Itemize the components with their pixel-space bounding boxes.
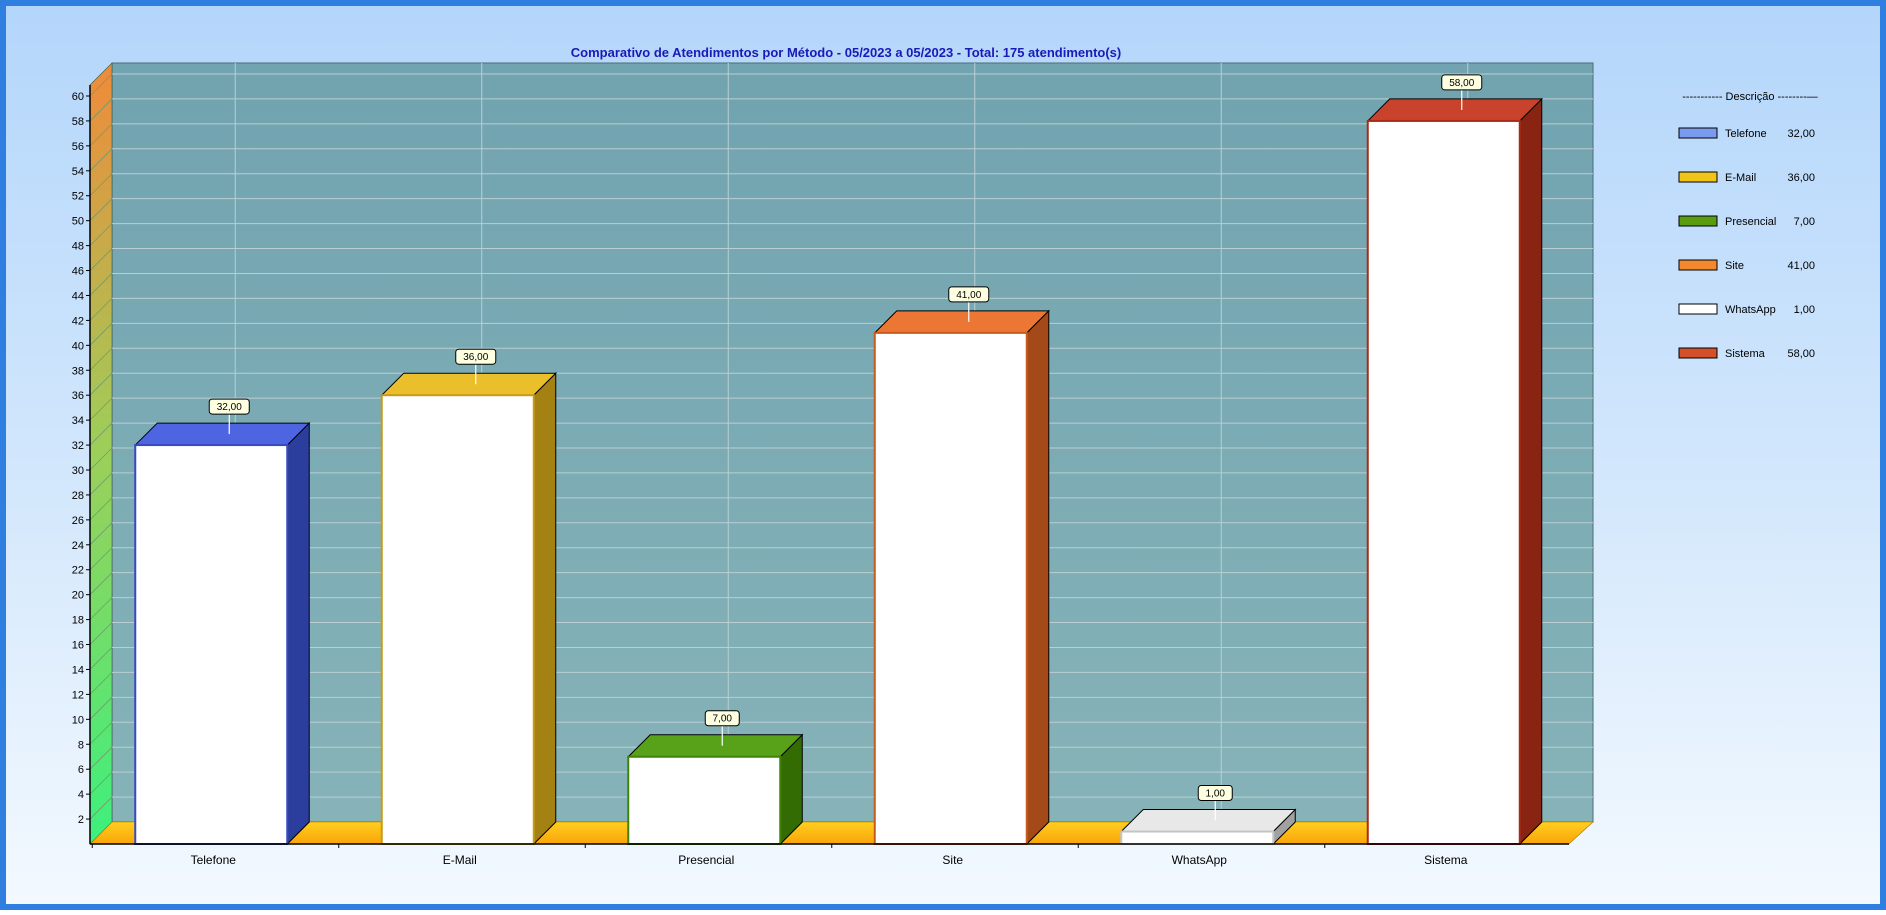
bar-top	[134, 422, 311, 446]
legend-item: Sistema 58,00	[1678, 347, 1815, 360]
y-tick-label: 28	[72, 490, 84, 502]
bar-presencial	[627, 733, 804, 846]
x-tick-label: Presencial	[678, 853, 734, 867]
y-tick-label: 6	[78, 764, 84, 776]
x-tick-label: E-Mail	[443, 853, 477, 867]
x-tick-label: Telefone	[191, 853, 237, 867]
legend-swatch	[1678, 259, 1718, 271]
bar-top	[1366, 98, 1543, 122]
legend-label: Presencial	[1725, 216, 1776, 228]
y-tick-label: 30	[72, 465, 84, 477]
chart-svg: 2468101214161820222426283032343638404244…	[72, 45, 1818, 867]
legend-value: 58,00	[1787, 348, 1815, 360]
y-axis: 2468101214161820222426283032343638404244…	[72, 85, 91, 844]
legend-label: WhatsApp	[1725, 304, 1776, 316]
y-tick-label: 32	[72, 440, 84, 452]
legend-label: E-Mail	[1725, 172, 1756, 184]
legend-header: ----------- Descrição --------—	[1682, 91, 1818, 103]
legend-swatch	[1678, 347, 1718, 359]
chart-frame: 2 4 6 8 10 12 14 16 18 20 22 24 26 28 30 32 34 36 38 40 42 44…	[0, 0, 1886, 910]
data-label-text: 41,00	[956, 290, 981, 301]
legend-label: Sistema	[1725, 348, 1766, 360]
y-tick-label: 10	[72, 714, 84, 726]
y-tick-label: 24	[72, 540, 84, 552]
legend-item: Site 41,00	[1678, 259, 1815, 272]
legend-value: 1,00	[1794, 304, 1815, 316]
data-label-text: 1,00	[1206, 789, 1226, 800]
bar-front	[873, 331, 1028, 845]
y-tick-label: 38	[72, 365, 84, 377]
y-tick-label: 60	[72, 91, 84, 103]
y-tick-label: 58	[72, 116, 84, 128]
bar-sistema	[1366, 97, 1543, 846]
bar-top	[1120, 809, 1297, 833]
data-label-text: 58,00	[1449, 78, 1474, 89]
y-tick-label: 48	[72, 241, 84, 253]
data-label-text: 7,00	[713, 714, 733, 725]
y-tick-label: 42	[72, 315, 84, 327]
bar-side	[1519, 97, 1543, 846]
y-tick-label: 34	[72, 415, 84, 427]
legend-value: 41,00	[1787, 260, 1815, 272]
y-tick-label: 46	[72, 266, 84, 278]
legend-swatch	[1678, 303, 1718, 315]
bar-telefone	[134, 421, 311, 846]
y-tick-label: 44	[72, 290, 84, 302]
bar-top	[873, 310, 1050, 334]
data-label-text: 36,00	[463, 352, 488, 363]
bar-side	[1026, 309, 1050, 846]
bar-front	[134, 444, 289, 845]
bar-side	[533, 371, 557, 846]
bar-top	[380, 372, 557, 396]
x-axis: Telefone E-Mail Presencial Site WhatsApp Sist…	[90, 843, 1569, 867]
y-tick-label: 4	[78, 789, 84, 801]
bar-front	[1120, 830, 1275, 845]
legend-item: E-Mail 36,00	[1678, 171, 1815, 184]
y-tick-label: 52	[72, 191, 84, 203]
y-tick-label: 40	[72, 340, 84, 352]
y-tick-label: 26	[72, 515, 84, 527]
y-tick-label: 16	[72, 640, 84, 652]
left-wall	[89, 62, 113, 845]
legend-label: Telefone	[1725, 128, 1767, 140]
y-tick-label: 54	[72, 166, 84, 178]
legend-item: Presencial 7,00	[1678, 215, 1815, 228]
bar-top	[627, 734, 804, 758]
legend-swatch	[1678, 215, 1718, 227]
legend-value: 32,00	[1787, 128, 1815, 140]
y-tick-label: 8	[78, 739, 84, 751]
legend: ----------- Descrição --------— Telefone 3…	[1678, 91, 1818, 360]
chart-title: Comparativo de Atendimentos por Método -…	[571, 45, 1121, 60]
legend-value: 36,00	[1787, 172, 1815, 184]
y-tick-label: 22	[72, 565, 84, 577]
data-label-text: 32,00	[217, 402, 242, 413]
y-tick-label: 56	[72, 141, 84, 153]
y-tick-label: 18	[72, 615, 84, 627]
legend-item: WhatsApp 1,00	[1678, 303, 1815, 316]
legend-label: Site	[1725, 260, 1744, 272]
bar-front	[1366, 119, 1521, 845]
y-tick-label: 14	[72, 664, 84, 676]
bar-site	[873, 309, 1050, 846]
x-tick-label: Site	[942, 853, 963, 867]
legend-item: Telefone 32,00	[1678, 127, 1815, 140]
y-tick-label: 20	[72, 590, 84, 602]
bar-e-mail	[380, 371, 557, 846]
bar-front	[380, 394, 535, 845]
y-tick-label: 50	[72, 216, 84, 228]
x-tick-label: WhatsApp	[1172, 853, 1228, 867]
bar-front	[627, 755, 782, 846]
legend-value: 7,00	[1794, 216, 1815, 228]
legend-swatch	[1678, 127, 1718, 139]
y-tick-label: 2	[78, 814, 84, 826]
legend-swatch	[1678, 171, 1718, 183]
x-tick-label: Sistema	[1424, 853, 1468, 867]
y-tick-label: 36	[72, 390, 84, 402]
bar-side	[286, 421, 310, 846]
y-tick-label: 12	[72, 689, 84, 701]
bar-whatsapp	[1120, 808, 1297, 846]
